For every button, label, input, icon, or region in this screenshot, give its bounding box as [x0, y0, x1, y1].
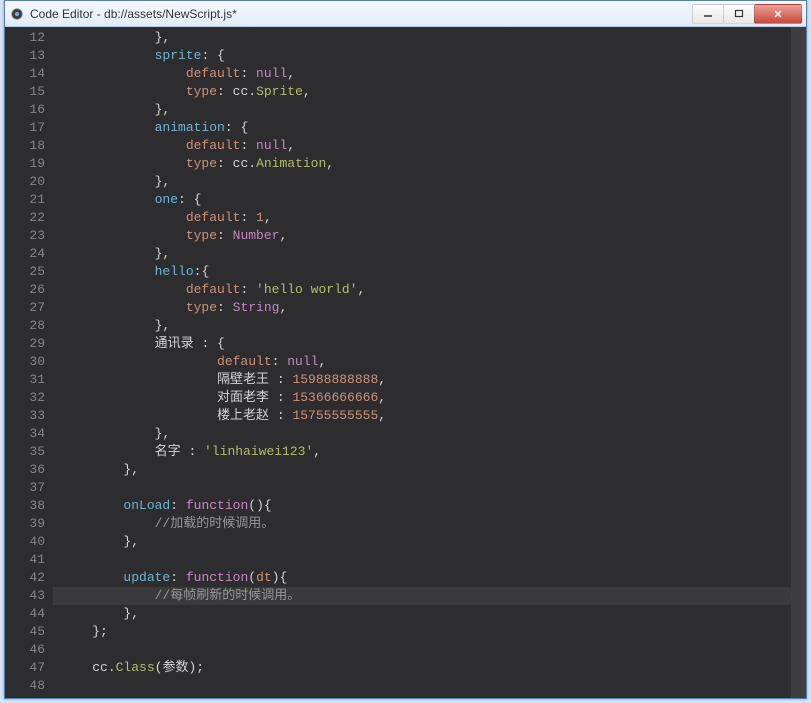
code-line[interactable]: },: [53, 605, 791, 623]
code-line[interactable]: },: [53, 245, 791, 263]
code-line[interactable]: one: {: [53, 191, 791, 209]
line-number: 15: [5, 83, 45, 101]
code-line[interactable]: [53, 677, 791, 695]
code-line[interactable]: 隔壁老王 : 15988888888,: [53, 371, 791, 389]
line-number: 25: [5, 263, 45, 281]
code-line[interactable]: [53, 479, 791, 497]
line-number: 44: [5, 605, 45, 623]
line-number: 21: [5, 191, 45, 209]
code-line[interactable]: [53, 641, 791, 659]
code-line[interactable]: };: [53, 623, 791, 641]
line-number: 47: [5, 659, 45, 677]
line-number: 43: [5, 587, 45, 605]
code-line[interactable]: 名字 : 'linhaiwei123',: [53, 443, 791, 461]
line-number: 39: [5, 515, 45, 533]
line-number: 48: [5, 677, 45, 695]
line-number: 32: [5, 389, 45, 407]
line-number: 19: [5, 155, 45, 173]
code-line[interactable]: 对面老李 : 15366666666,: [53, 389, 791, 407]
line-number: 17: [5, 119, 45, 137]
code-line[interactable]: },: [53, 533, 791, 551]
code-line[interactable]: type: Number,: [53, 227, 791, 245]
code-line[interactable]: default: 1,: [53, 209, 791, 227]
code-line[interactable]: 通讯录 : {: [53, 335, 791, 353]
line-number: 26: [5, 281, 45, 299]
editor-area: 1213141516171819202122232425262728293031…: [5, 27, 806, 698]
line-number: 29: [5, 335, 45, 353]
line-number: 40: [5, 533, 45, 551]
line-number: 20: [5, 173, 45, 191]
line-number: 45: [5, 623, 45, 641]
line-number: 42: [5, 569, 45, 587]
line-number: 35: [5, 443, 45, 461]
line-number: 27: [5, 299, 45, 317]
code-line[interactable]: sprite: {: [53, 47, 791, 65]
code-line[interactable]: },: [53, 425, 791, 443]
line-number: 30: [5, 353, 45, 371]
line-number: 46: [5, 641, 45, 659]
vertical-scrollbar[interactable]: [791, 27, 806, 698]
code-line[interactable]: },: [53, 461, 791, 479]
app-icon: [9, 6, 25, 22]
code-line[interactable]: },: [53, 101, 791, 119]
code-line[interactable]: default: 'hello world',: [53, 281, 791, 299]
code-line[interactable]: default: null,: [53, 353, 791, 371]
window-frame: Code Editor - db://assets/NewScript.js* …: [4, 0, 807, 699]
line-number: 38: [5, 497, 45, 515]
line-number: 16: [5, 101, 45, 119]
code-line[interactable]: type: cc.Animation,: [53, 155, 791, 173]
line-number: 23: [5, 227, 45, 245]
minimize-button[interactable]: [692, 4, 724, 24]
line-number: 13: [5, 47, 45, 65]
code-line[interactable]: },: [53, 173, 791, 191]
line-number: 33: [5, 407, 45, 425]
code-line[interactable]: default: null,: [53, 137, 791, 155]
line-number: 34: [5, 425, 45, 443]
code-line[interactable]: animation: {: [53, 119, 791, 137]
code-text-area[interactable]: }, sprite: { default: null, type: cc.Spr…: [53, 27, 791, 698]
window-title: Code Editor - db://assets/NewScript.js*: [30, 7, 693, 21]
code-line[interactable]: //每帧刷新的时候调用。: [53, 587, 791, 605]
code-line[interactable]: type: cc.Sprite,: [53, 83, 791, 101]
code-line[interactable]: hello:{: [53, 263, 791, 281]
line-number: 36: [5, 461, 45, 479]
line-number: 12: [5, 29, 45, 47]
code-line[interactable]: //加载的时候调用。: [53, 515, 791, 533]
line-number: 14: [5, 65, 45, 83]
code-line[interactable]: },: [53, 29, 791, 47]
code-line[interactable]: default: null,: [53, 65, 791, 83]
line-number: 28: [5, 317, 45, 335]
code-line[interactable]: onLoad: function(){: [53, 497, 791, 515]
line-number: 24: [5, 245, 45, 263]
maximize-button[interactable]: [723, 4, 755, 24]
titlebar[interactable]: Code Editor - db://assets/NewScript.js*: [5, 1, 806, 27]
line-number: 31: [5, 371, 45, 389]
line-number-gutter[interactable]: 1213141516171819202122232425262728293031…: [5, 27, 53, 698]
code-line[interactable]: type: String,: [53, 299, 791, 317]
code-line[interactable]: 楼上老赵 : 15755555555,: [53, 407, 791, 425]
window-controls: [693, 4, 802, 24]
code-line[interactable]: update: function(dt){: [53, 569, 791, 587]
code-line[interactable]: },: [53, 317, 791, 335]
code-line[interactable]: cc.Class(参数);: [53, 659, 791, 677]
line-number: 18: [5, 137, 45, 155]
close-button[interactable]: [754, 4, 802, 24]
code-line[interactable]: [53, 551, 791, 569]
line-number: 41: [5, 551, 45, 569]
line-number: 22: [5, 209, 45, 227]
line-number: 37: [5, 479, 45, 497]
